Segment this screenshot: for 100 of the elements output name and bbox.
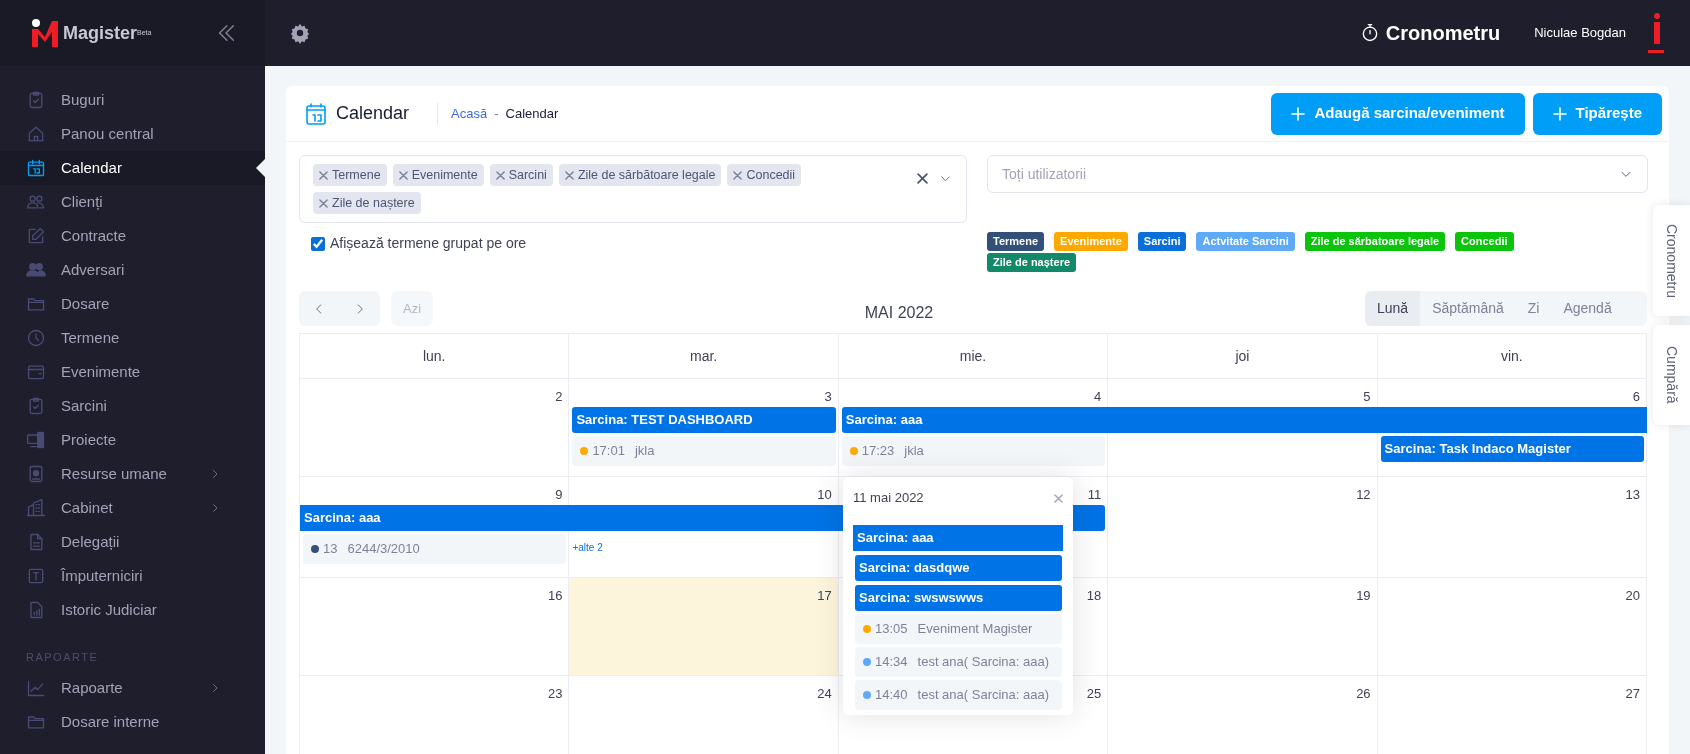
selection-notch [256, 159, 265, 177]
sidebar-item[interactable]: Cabinet [0, 491, 265, 525]
filter-tag[interactable]: Sarcini [489, 164, 553, 186]
filter-tag[interactable]: Evenimente [392, 164, 484, 186]
close-icon [1054, 493, 1063, 503]
legend-tag: Sarcini [1137, 232, 1187, 251]
sidebar-item[interactable]: Proiecte [0, 423, 265, 457]
day-number: 2 [555, 389, 563, 404]
event-item[interactable]: 17:01 jkla [572, 436, 836, 466]
day-number: 5 [1363, 389, 1371, 404]
sidebar-item[interactable]: Clienți [0, 185, 265, 219]
info-logo-icon [1648, 11, 1664, 55]
close-icon [564, 170, 574, 180]
plus-icon [1552, 106, 1567, 121]
day-number: 25 [1086, 686, 1102, 701]
month-title: MAI 2022 [864, 302, 934, 323]
page-title: Calendar [336, 102, 410, 125]
event-bar[interactable]: Sarcina: TEST DASHBOARD [572, 407, 836, 433]
weekday-header: lun. [422, 346, 446, 366]
view-tab[interactable]: Agendă [1551, 291, 1624, 326]
legend-tag: Actvitate Sarcini [1196, 232, 1295, 251]
day-number: 26 [1356, 686, 1371, 701]
sidebar-item[interactable]: Dosare interne [0, 705, 265, 739]
legend-tag: Zile de sărbatoare legale [1304, 232, 1446, 251]
event-bar[interactable]: Sarcina: aaa [853, 525, 1063, 551]
day-number: 23 [547, 686, 563, 701]
breadcrumb-separator: - [494, 104, 499, 123]
filter-tag[interactable]: Termene [313, 164, 387, 186]
breadcrumb-link[interactable]: Acasă [451, 103, 488, 124]
legend-tag: Concedii [1455, 232, 1514, 251]
close-icon [319, 170, 328, 180]
calendar-icon [26, 158, 46, 178]
weekday-header: mar. [689, 346, 718, 366]
event-bar[interactable]: Sarcina: dasdqwe [855, 555, 1062, 581]
sidebar-item[interactable]: Adversari [0, 253, 265, 287]
popup-title: 11 mai 2022 [853, 489, 924, 508]
checkbox-label: Afișează termene grupat pe ore [330, 234, 527, 253]
edit-icon [26, 226, 46, 246]
logo-icon [30, 18, 60, 48]
event-bar[interactable]: Sarcina: swswswws [855, 585, 1062, 611]
timer-button[interactable]: Cronometru [1359, 18, 1501, 48]
event-bar[interactable]: Sarcina: aaa [841, 407, 1647, 433]
more-link[interactable]: +alte 2 [572, 542, 603, 553]
sidebar-item[interactable]: Istoric Judiciar [0, 593, 265, 627]
weekday-header: mie. [959, 346, 987, 366]
side-tab[interactable]: Cronometru [1653, 205, 1690, 316]
sidebar-item[interactable]: Dosare [0, 287, 265, 321]
event-item[interactable]: 14:40 test ana( Sarcina: aaa) [855, 680, 1062, 710]
close-icon [917, 173, 928, 184]
section-heading: RAPOARTE [25, 649, 100, 665]
close-icon [733, 170, 743, 180]
calendar-icon [306, 102, 326, 125]
close-icon [398, 170, 408, 180]
day-number: 6 [1632, 389, 1640, 404]
sidebar-item[interactable]: Termene [0, 321, 265, 355]
sidebar-item[interactable]: Buguri [0, 83, 265, 117]
side-tab[interactable]: Cumpără [1653, 325, 1690, 425]
settings-button[interactable] [289, 22, 311, 44]
logo-text: Magister$^{Beta}$ [63, 21, 152, 45]
event-item[interactable]: 13 6244/3/2010 [303, 534, 567, 564]
sidebar-item[interactable]: Calendar [0, 151, 265, 185]
close-icon [495, 170, 505, 180]
day-number: 24 [817, 686, 832, 701]
checkbox[interactable] [311, 236, 325, 251]
filter-tag[interactable]: Concedii [727, 164, 802, 186]
legend-tag: Zile de naștere [987, 253, 1077, 272]
user-name: Niculae Bogdan [1534, 24, 1626, 43]
sidebar-item[interactable]: Rapoarte [0, 671, 265, 705]
view-tab[interactable]: Lună [1365, 291, 1421, 326]
event-item[interactable]: 13:05 Eveniment Magister [855, 614, 1062, 644]
view-tab[interactable]: Săptămână [1420, 291, 1516, 326]
filter-tag[interactable]: Zile de sărbătoare legale [558, 164, 722, 186]
sidebar-item[interactable]: Evenimente [0, 355, 265, 389]
day-number: 17 [817, 588, 832, 603]
event-item[interactable]: 17:23 jkla [841, 436, 1106, 466]
legend-tag: Evenimente [1054, 232, 1128, 251]
buildings-icon [26, 498, 46, 518]
event-item[interactable]: 14:34 test ana( Sarcina: aaa) [855, 647, 1062, 677]
day-number: 20 [1625, 588, 1640, 603]
day-number: 9 [555, 487, 563, 502]
filter-tag[interactable]: Zile de naștere [313, 192, 421, 214]
weekday-header: vin. [1500, 346, 1523, 366]
day-number: 3 [824, 389, 832, 404]
line-chart-icon [26, 678, 46, 698]
text-frame-icon [26, 566, 46, 586]
sidebar-item[interactable]: Delegații [0, 525, 265, 559]
sidebar-item[interactable]: Contracte [0, 219, 265, 253]
day-number: 13 [1625, 487, 1640, 502]
home-icon [26, 124, 46, 144]
clock-icon [26, 328, 46, 348]
sidebar-item[interactable]: Sarcini [0, 389, 265, 423]
weekday-header: joi [1235, 346, 1250, 366]
day-number: 12 [1356, 487, 1371, 502]
sidebar-item[interactable]: Împuterniciri [0, 559, 265, 593]
filter-field[interactable]: Termene Evenimente Sarcini Zile de sărbătoare legale Concedii Zile de naștere [299, 155, 967, 223]
event-bar[interactable]: Sarcina: Task Indaco Magister [1380, 436, 1644, 462]
sidebar-item[interactable]: Panou central [0, 117, 265, 151]
view-tab[interactable]: Zi [1515, 291, 1552, 326]
sidebar-item[interactable]: Resurse umane [0, 457, 265, 491]
legend-tag: Termene [987, 232, 1045, 251]
